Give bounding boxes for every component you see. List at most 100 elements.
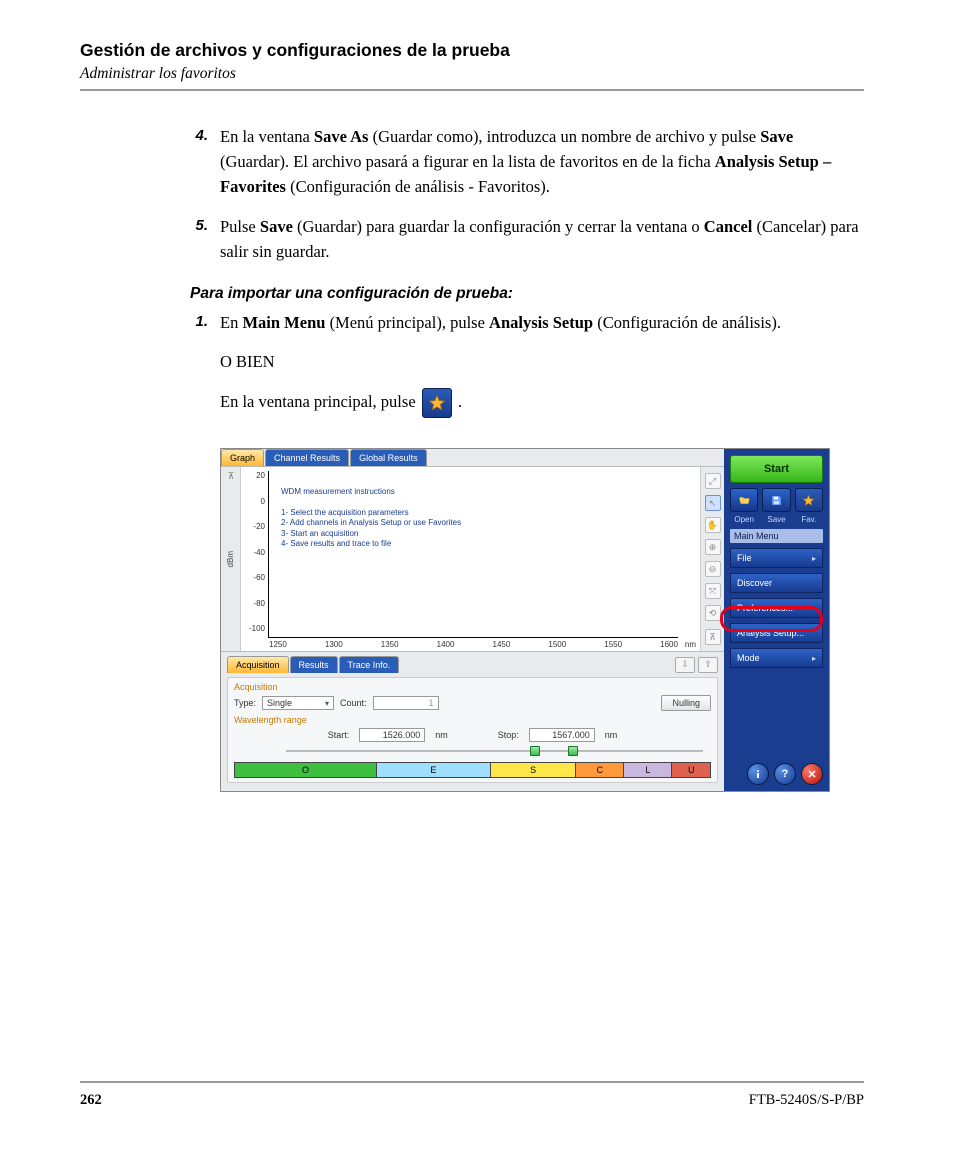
tab-graph[interactable]: Graph xyxy=(221,449,264,466)
fav-label: Fav. xyxy=(795,515,823,524)
menu-preferences[interactable]: Preferences... xyxy=(730,598,823,618)
acquisition-section: Acquisition Type: Single▾ Count: 1 Nulli… xyxy=(227,677,718,783)
collapse-down-icon[interactable]: ⇩ xyxy=(675,657,695,673)
step-4: 4. En la ventana Save As (Guardar como),… xyxy=(190,125,864,199)
lower-tabs: Acquisition Results Trace Info. ⇩ ⇧ xyxy=(227,656,718,673)
icon-labels: Open Save Fav. xyxy=(730,515,823,524)
chevron-down-icon: ▾ xyxy=(325,699,329,708)
page-heading: Gestión de archivos y configuraciones de… xyxy=(80,40,864,61)
favorites-button-inline[interactable] xyxy=(422,388,452,418)
star-icon xyxy=(802,494,815,507)
stop-input[interactable]: 1567.000 xyxy=(529,728,595,742)
band-o: O xyxy=(235,763,377,777)
reset-zoom-icon[interactable]: ⟲ xyxy=(705,605,721,621)
menu-discover[interactable]: Discover xyxy=(730,573,823,593)
marker-tool-icon[interactable]: ⊼ xyxy=(223,471,239,489)
zoom-out-icon[interactable]: ⊖ xyxy=(705,561,721,577)
bold-text: Save xyxy=(260,217,293,236)
menu-mode[interactable]: Mode▸ xyxy=(730,648,823,668)
instr-line: 2- Add channels in Analysis Setup or use… xyxy=(281,518,461,528)
page-number: 262 xyxy=(80,1092,102,1109)
start-input[interactable]: 1526.000 xyxy=(359,728,425,742)
x-tick: 1350 xyxy=(381,640,399,649)
text: En xyxy=(220,313,242,332)
save-button[interactable] xyxy=(762,488,790,512)
close-button[interactable]: ✕ xyxy=(801,763,823,785)
favorites-button[interactable] xyxy=(795,488,823,512)
x-tick: 1450 xyxy=(493,640,511,649)
y-tick: 20 xyxy=(243,471,265,480)
tab-global-results[interactable]: Global Results xyxy=(350,449,427,466)
band-u: U xyxy=(672,763,710,777)
y-axis-line xyxy=(268,471,269,637)
help-button[interactable]: ? xyxy=(774,763,796,785)
procedure-list: 1. En Main Menu (Menú principal), pulse … xyxy=(190,311,864,433)
bold-text: Save As xyxy=(314,127,369,146)
instr-title: WDM measurement instructions xyxy=(281,487,461,497)
text: (Configuración de análisis). xyxy=(593,313,781,332)
product-code: FTB-5240S/S-P/BP xyxy=(749,1092,864,1109)
x-tick: 1400 xyxy=(437,640,455,649)
step-number: 5. xyxy=(190,215,220,265)
text: (Configuración de análisis - Favoritos). xyxy=(286,177,550,196)
band-l: L xyxy=(624,763,672,777)
pan-tool-icon[interactable]: ✋ xyxy=(705,517,721,533)
bottom-buttons: ? ✕ xyxy=(730,763,823,785)
band-e: E xyxy=(377,763,491,777)
header-rule xyxy=(80,89,864,91)
app-sidebar: Start Open Save Fav. Main Menu File▸ Dis… xyxy=(724,449,829,791)
band-bar: O E S C L U xyxy=(234,762,711,778)
y-tick: -60 xyxy=(243,573,265,582)
x-tick: 1600 xyxy=(660,640,678,649)
unit: nm xyxy=(435,730,448,740)
open-button[interactable] xyxy=(730,488,758,512)
text: (Guardar). El archivo pasará a figurar e… xyxy=(220,152,715,171)
count-label: Count: xyxy=(340,698,367,708)
step-list: 4. En la ventana Save As (Guardar como),… xyxy=(190,125,864,265)
count-input[interactable]: 1 xyxy=(373,696,439,710)
type-select[interactable]: Single▾ xyxy=(262,696,334,710)
menu-analysis-setup[interactable]: Analysis Setup... xyxy=(730,623,823,643)
step-body: En Main Menu (Menú principal), pulse Ana… xyxy=(220,311,864,433)
graph-area: ⊼ dBm 20 0 -20 -40 -60 -80 -100 1250 130… xyxy=(221,467,724,652)
wavelength-slider[interactable] xyxy=(234,746,711,756)
instr-line: 3- Start an acquisition xyxy=(281,529,461,539)
tab-results[interactable]: Results xyxy=(290,656,338,673)
type-label: Type: xyxy=(234,698,256,708)
info-button[interactable] xyxy=(747,763,769,785)
y-ticks: 20 0 -20 -40 -60 -80 -100 xyxy=(243,467,265,637)
zoom-in-icon[interactable]: ⊕ xyxy=(705,539,721,555)
chevron-right-icon: ▸ xyxy=(812,554,816,563)
wavelength-range-title: Wavelength range xyxy=(234,715,711,725)
text: (Guardar como), introduzca un nombre de … xyxy=(368,127,760,146)
stop-label: Stop: xyxy=(498,730,519,740)
start-button[interactable]: Start xyxy=(730,455,823,483)
top-tabs: Graph Channel Results Global Results xyxy=(221,449,724,467)
footer: 262 FTB-5240S/S-P/BP xyxy=(80,1092,864,1109)
tab-acquisition[interactable]: Acquisition xyxy=(227,656,289,673)
menu-file[interactable]: File▸ xyxy=(730,548,823,568)
footer-rule xyxy=(80,1081,864,1083)
pointer-tool-icon[interactable]: ↖ xyxy=(705,495,721,511)
y-tick: -40 xyxy=(243,548,265,557)
marker-icon[interactable]: ⊼ xyxy=(705,629,721,645)
or-text: O BIEN xyxy=(220,350,864,375)
open-label: Open xyxy=(730,515,758,524)
graph-toolbar: ⤢ ↖ ✋ ⊕ ⊖ ⤧ ⟲ ⊼ xyxy=(700,467,724,651)
bold-text: Analysis Setup xyxy=(489,313,593,332)
bold-text: Cancel xyxy=(704,217,753,236)
y-tick: -20 xyxy=(243,522,265,531)
nulling-button[interactable]: Nulling xyxy=(661,695,711,711)
app-main-area: Graph Channel Results Global Results ⊼ d… xyxy=(221,449,724,791)
zoom-tool-icon[interactable]: ⤢ xyxy=(705,473,721,489)
tab-channel-results[interactable]: Channel Results xyxy=(265,449,349,466)
tab-trace-info[interactable]: Trace Info. xyxy=(339,656,400,673)
disk-save-icon xyxy=(770,494,783,507)
x-tick: 1250 xyxy=(269,640,287,649)
text: (Guardar) para guardar la configuración … xyxy=(293,217,704,236)
collapse-up-icon[interactable]: ⇧ xyxy=(698,657,718,673)
fit-zoom-icon[interactable]: ⤧ xyxy=(705,583,721,599)
step-number: 1. xyxy=(190,311,220,433)
start-label: Start: xyxy=(328,730,350,740)
instr-line: 4- Save results and trace to file xyxy=(281,539,461,549)
